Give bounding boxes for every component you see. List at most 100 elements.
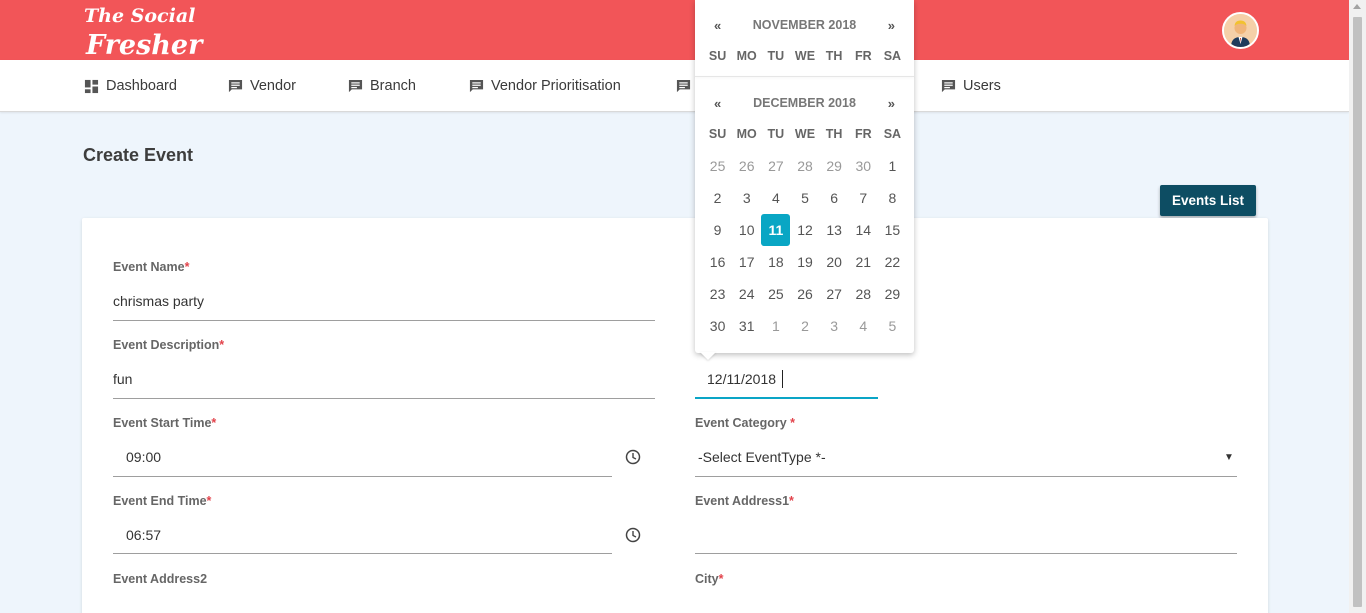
calendar-day[interactable]: 20 bbox=[820, 254, 849, 270]
calendar-day[interactable]: 5 bbox=[790, 190, 819, 206]
calendar-day[interactable]: 6 bbox=[820, 190, 849, 206]
calendar-day[interactable]: 31 bbox=[732, 318, 761, 334]
calendar-day[interactable]: 4 bbox=[761, 190, 790, 206]
nav-item-label: Branch bbox=[370, 78, 416, 94]
calendar-day[interactable]: 28 bbox=[849, 286, 878, 302]
calendar-day[interactable]: 8 bbox=[878, 190, 907, 206]
scrollbar-thumb[interactable] bbox=[1353, 17, 1362, 607]
weekday-label: SA bbox=[883, 127, 902, 141]
next-month-button[interactable]: » bbox=[888, 18, 895, 33]
calendar-day[interactable]: 1 bbox=[761, 318, 790, 334]
calendar-day[interactable]: 30 bbox=[703, 318, 732, 334]
prev-month-button[interactable]: « bbox=[714, 18, 721, 33]
calendar-day[interactable]: 17 bbox=[732, 254, 761, 270]
calendar-day-selected[interactable]: 11 bbox=[761, 214, 791, 246]
calendar-day[interactable]: 12 bbox=[790, 222, 819, 238]
event-date-underline bbox=[695, 397, 878, 399]
calendar-day[interactable]: 16 bbox=[703, 254, 732, 270]
calendar-day[interactable]: 1 bbox=[878, 158, 907, 174]
clock-icon[interactable] bbox=[625, 527, 641, 543]
month-title[interactable]: DECEMBER 2018 bbox=[753, 96, 856, 110]
chat-icon bbox=[941, 79, 956, 92]
weekday-label: SA bbox=[883, 49, 902, 63]
event-date-input[interactable]: 12/11/2018 bbox=[707, 371, 776, 387]
calendar-day[interactable]: 3 bbox=[732, 190, 761, 206]
user-avatar[interactable] bbox=[1222, 12, 1259, 49]
weekday-label: MO bbox=[736, 127, 757, 141]
nav-item-dashboard[interactable]: Dashboard bbox=[84, 76, 177, 96]
calendar-day[interactable]: 7 bbox=[849, 190, 878, 206]
datepicker-header-december: « DECEMBER 2018 » bbox=[695, 93, 914, 113]
calendar-day[interactable]: 22 bbox=[878, 254, 907, 270]
calendar-day[interactable]: 30 bbox=[849, 158, 878, 174]
calendar-day[interactable]: 29 bbox=[878, 286, 907, 302]
calendar-day[interactable]: 15 bbox=[878, 222, 907, 238]
weekday-label: TU bbox=[767, 49, 785, 63]
calendar-day[interactable]: 26 bbox=[790, 286, 819, 302]
required-mark: * bbox=[718, 572, 724, 586]
nav-item-users[interactable]: Users bbox=[941, 76, 1001, 96]
event-start-time-label: Event Start Time* bbox=[113, 416, 217, 430]
calendar-day[interactable]: 29 bbox=[820, 158, 849, 174]
caret-down-icon[interactable]: ▼ bbox=[1224, 452, 1234, 463]
event-name-input[interactable]: chrismas party bbox=[113, 293, 204, 309]
nav-item-branch[interactable]: Branch bbox=[348, 76, 416, 96]
weekday-label: FR bbox=[854, 127, 872, 141]
calendar-day[interactable]: 27 bbox=[820, 286, 849, 302]
calendar-week-row: 30 31 1 2 3 4 5 bbox=[703, 310, 907, 342]
weekday-label: SU bbox=[708, 49, 727, 63]
chat-icon bbox=[348, 79, 363, 92]
calendar-day[interactable]: 26 bbox=[732, 158, 761, 174]
events-list-button[interactable]: Events List bbox=[1160, 185, 1256, 216]
calendar-day[interactable]: 23 bbox=[703, 286, 732, 302]
top-header: The Social Fresher bbox=[0, 0, 1349, 60]
calendar-day[interactable]: 18 bbox=[761, 254, 790, 270]
event-end-time-underline bbox=[113, 553, 612, 554]
nav-item-vendor[interactable]: Vendor bbox=[228, 76, 296, 96]
dashboard-icon bbox=[84, 79, 99, 93]
chat-icon bbox=[228, 79, 243, 92]
event-address1-underline bbox=[695, 553, 1237, 554]
event-category-select[interactable]: -Select EventType *- bbox=[698, 449, 826, 465]
calendar-day[interactable]: 5 bbox=[878, 318, 907, 334]
weekday-label: TH bbox=[825, 127, 843, 141]
event-description-input[interactable]: fun bbox=[113, 371, 132, 387]
calendar-day[interactable]: 9 bbox=[703, 222, 732, 238]
weekday-label: TH bbox=[825, 49, 843, 63]
calendar-day[interactable]: 28 bbox=[790, 158, 819, 174]
calendar-day[interactable]: 21 bbox=[849, 254, 878, 270]
brand-logo[interactable]: The Social Fresher bbox=[82, 0, 208, 60]
calendar-day[interactable]: 13 bbox=[820, 222, 849, 238]
page-scrollbar[interactable] bbox=[1349, 0, 1366, 613]
calendar-day[interactable]: 3 bbox=[820, 318, 849, 334]
calendar-day[interactable]: 10 bbox=[732, 222, 761, 238]
event-end-time-label: Event End Time* bbox=[113, 494, 212, 508]
calendar-day[interactable]: 4 bbox=[849, 318, 878, 334]
calendar-day[interactable]: 25 bbox=[703, 158, 732, 174]
calendar-day[interactable]: 14 bbox=[849, 222, 878, 238]
calendar-day[interactable]: 24 bbox=[732, 286, 761, 302]
calendar-day[interactable]: 2 bbox=[703, 190, 732, 206]
nav-item-vendor-prioritisation[interactable]: Vendor Prioritisation bbox=[469, 76, 621, 96]
next-month-button[interactable]: » bbox=[888, 96, 895, 111]
nav-item-label: Users bbox=[963, 78, 1001, 94]
month-title[interactable]: NOVEMBER 2018 bbox=[753, 18, 857, 32]
calendar-day[interactable]: 25 bbox=[761, 286, 790, 302]
datepicker-header-november: « NOVEMBER 2018 » bbox=[695, 15, 914, 35]
calendar-day[interactable]: 2 bbox=[790, 318, 819, 334]
event-start-time-input[interactable]: 09:00 bbox=[126, 449, 161, 465]
required-mark: * bbox=[206, 494, 212, 508]
required-mark: * bbox=[211, 416, 217, 430]
prev-month-button[interactable]: « bbox=[714, 96, 721, 111]
datepicker-popup: « NOVEMBER 2018 » SU MO TU WE TH FR SA «… bbox=[695, 0, 914, 353]
weekday-header-row: SU MO TU WE TH FR SA bbox=[703, 127, 907, 141]
calendar-day[interactable]: 19 bbox=[790, 254, 819, 270]
calendar-week-row: 9 10 11 12 13 14 15 bbox=[703, 214, 907, 246]
calendar-day[interactable]: 27 bbox=[761, 158, 790, 174]
weekday-label: WE bbox=[794, 49, 816, 63]
event-end-time-input[interactable]: 06:57 bbox=[126, 527, 161, 543]
clock-icon[interactable] bbox=[625, 449, 641, 465]
scroll-up-arrow-icon[interactable] bbox=[1353, 4, 1361, 9]
weekday-label: FR bbox=[854, 49, 872, 63]
weekday-header-row: SU MO TU WE TH FR SA bbox=[703, 49, 907, 63]
